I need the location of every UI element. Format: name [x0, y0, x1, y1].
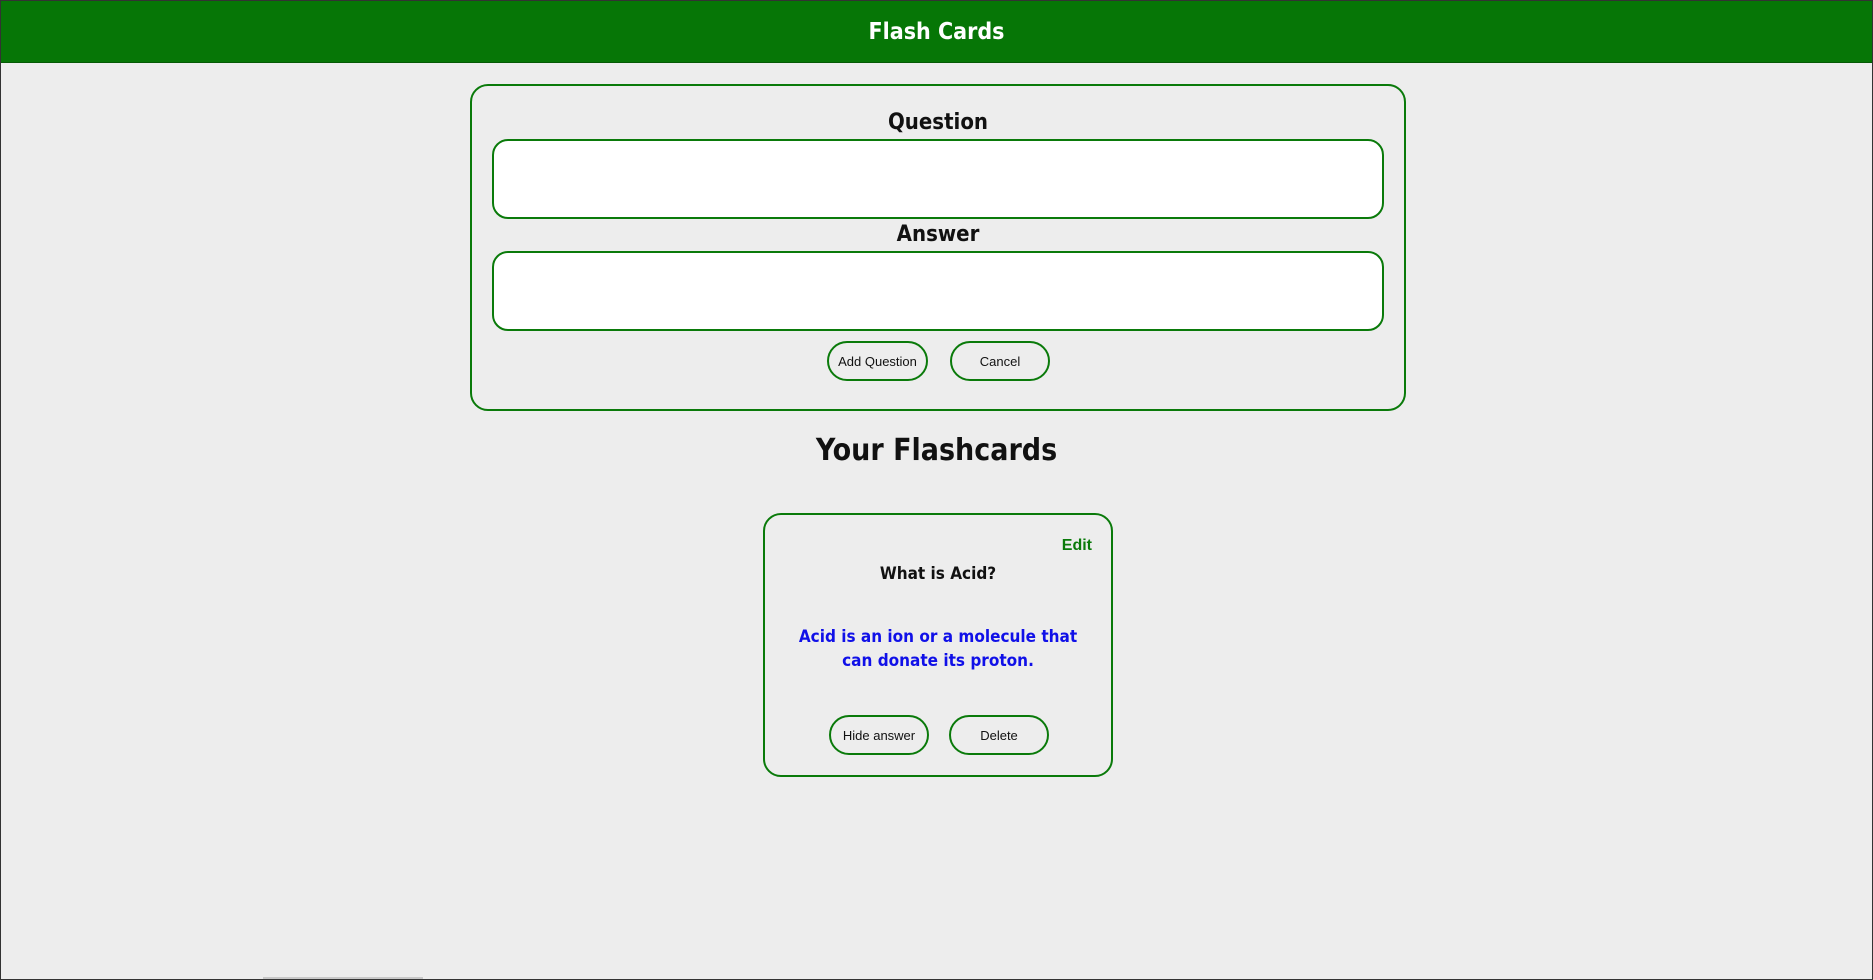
horizontal-scrollbar[interactable] [263, 977, 423, 979]
question-input[interactable] [492, 139, 1384, 219]
flashcard-question: What is Acid? [879, 564, 997, 584]
answer-input[interactable] [492, 251, 1384, 331]
flashcard: Edit What is Acid? Acid is an ion or a m… [763, 513, 1113, 777]
add-question-form: Question Answer Add Question Cancel [470, 84, 1406, 411]
app-header: Flash Cards [1, 1, 1872, 63]
delete-button[interactable]: Delete [949, 715, 1049, 755]
cancel-button[interactable]: Cancel [950, 341, 1050, 381]
hide-answer-button[interactable]: Hide answer [829, 715, 929, 755]
add-question-button[interactable]: Add Question [827, 341, 928, 381]
question-label: Question [887, 110, 989, 135]
app-title: Flash Cards [868, 18, 1005, 45]
flashcard-answer: Acid is an ion or a molecule that can do… [798, 627, 1078, 671]
edit-link[interactable]: Edit [1062, 537, 1092, 555]
answer-label: Answer [896, 222, 980, 247]
flashcards-section-title: Your Flashcards [815, 433, 1058, 468]
